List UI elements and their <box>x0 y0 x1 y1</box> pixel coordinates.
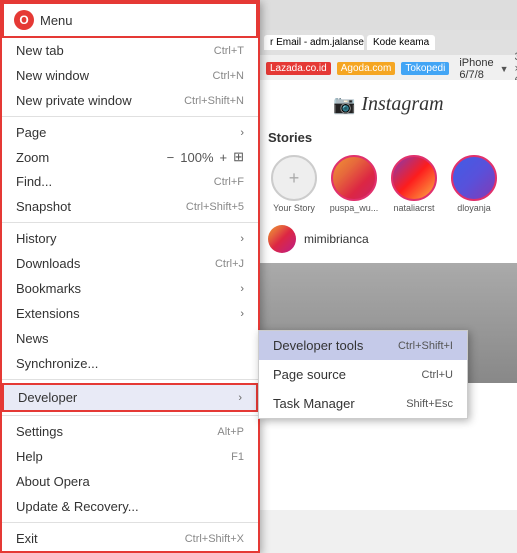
separator-5 <box>2 522 258 523</box>
zoom-fullscreen-icon[interactable]: ⊞ <box>233 149 244 165</box>
task-manager-label: Task Manager <box>273 396 355 411</box>
menu-item-find[interactable]: Find... Ctrl+F <box>2 169 258 194</box>
history-arrow: › <box>240 233 244 245</box>
exit-label: Exit <box>16 531 38 546</box>
developer-submenu: Developer tools Ctrl+Shift+I Page source… <box>258 330 468 419</box>
menu-item-bookmarks[interactable]: Bookmarks › <box>2 276 258 301</box>
submenu-developer-tools[interactable]: Developer tools Ctrl+Shift+I <box>259 331 467 360</box>
dev-tools-label: Developer tools <box>273 338 363 353</box>
zoom-plus[interactable]: + <box>220 150 228 165</box>
zoom-percent: 100% <box>180 150 213 165</box>
new-tab-label: New tab <box>16 43 64 58</box>
new-window-label: New window <box>16 68 89 83</box>
downloads-label: Downloads <box>16 256 80 271</box>
menu-item-update[interactable]: Update & Recovery... <box>2 494 258 519</box>
menu-title: Menu <box>40 13 73 28</box>
menu-item-new-window[interactable]: New window Ctrl+N <box>2 63 258 88</box>
menu-item-zoom[interactable]: Zoom − 100% + ⊞ <box>2 145 258 169</box>
dev-tools-shortcut: Ctrl+Shift+I <box>398 340 453 352</box>
menu-item-settings[interactable]: Settings Alt+P <box>2 419 258 444</box>
developer-label: Developer <box>18 390 77 405</box>
about-label: About Opera <box>16 474 90 489</box>
menu-item-downloads[interactable]: Downloads Ctrl+J <box>2 251 258 276</box>
page-arrow: › <box>240 127 244 139</box>
settings-shortcut: Alt+P <box>217 426 244 438</box>
zoom-controls: − 100% + ⊞ <box>167 149 244 165</box>
snapshot-shortcut: Ctrl+Shift+5 <box>186 201 244 213</box>
developer-arrow: › <box>238 392 242 404</box>
page-source-label: Page source <box>273 367 346 382</box>
menu-item-synchronize[interactable]: Synchronize... <box>2 351 258 376</box>
separator-2 <box>2 222 258 223</box>
menu-item-help[interactable]: Help F1 <box>2 444 258 469</box>
settings-label: Settings <box>16 424 63 439</box>
separator-3 <box>2 379 258 380</box>
new-private-label: New private window <box>16 93 132 108</box>
main-menu: O Menu New tab Ctrl+T New window Ctrl+N … <box>0 0 260 553</box>
new-tab-shortcut: Ctrl+T <box>214 45 244 57</box>
submenu-page-source[interactable]: Page source Ctrl+U <box>259 360 467 389</box>
page-source-shortcut: Ctrl+U <box>422 369 453 381</box>
extensions-arrow: › <box>240 308 244 320</box>
new-window-shortcut: Ctrl+N <box>213 70 244 82</box>
menu-item-developer[interactable]: Developer › <box>2 383 258 412</box>
bookmarks-label: Bookmarks <box>16 281 81 296</box>
separator-1 <box>2 116 258 117</box>
history-label: History <box>16 231 56 246</box>
find-label: Find... <box>16 174 52 189</box>
menu-item-news[interactable]: News <box>2 326 258 351</box>
bookmarks-arrow: › <box>240 283 244 295</box>
task-manager-shortcut: Shift+Esc <box>406 398 453 410</box>
downloads-shortcut: Ctrl+J <box>215 258 244 270</box>
snapshot-label: Snapshot <box>16 199 71 214</box>
zoom-minus[interactable]: − <box>167 150 175 165</box>
menu-item-exit[interactable]: Exit Ctrl+Shift+X <box>2 526 258 551</box>
submenu-task-manager[interactable]: Task Manager Shift+Esc <box>259 389 467 418</box>
page-label: Page <box>16 125 46 140</box>
opera-logo: O <box>14 10 34 30</box>
menu-item-page[interactable]: Page › <box>2 120 258 145</box>
menu-header: O Menu <box>2 2 258 38</box>
menu-item-extensions[interactable]: Extensions › <box>2 301 258 326</box>
menu-item-new-private[interactable]: New private window Ctrl+Shift+N <box>2 88 258 113</box>
menu-item-new-tab[interactable]: New tab Ctrl+T <box>2 38 258 63</box>
new-private-shortcut: Ctrl+Shift+N <box>184 95 244 107</box>
extensions-label: Extensions <box>16 306 80 321</box>
exit-shortcut: Ctrl+Shift+X <box>185 533 244 545</box>
separator-4 <box>2 415 258 416</box>
menu-item-snapshot[interactable]: Snapshot Ctrl+Shift+5 <box>2 194 258 219</box>
menu-item-about[interactable]: About Opera <box>2 469 258 494</box>
find-shortcut: Ctrl+F <box>214 176 244 188</box>
update-label: Update & Recovery... <box>16 499 139 514</box>
synchronize-label: Synchronize... <box>16 356 98 371</box>
help-shortcut: F1 <box>231 451 244 463</box>
help-label: Help <box>16 449 43 464</box>
news-label: News <box>16 331 49 346</box>
menu-item-history[interactable]: History › <box>2 226 258 251</box>
menu-overlay: O Menu New tab Ctrl+T New window Ctrl+N … <box>0 0 517 510</box>
zoom-label: Zoom <box>16 150 163 165</box>
